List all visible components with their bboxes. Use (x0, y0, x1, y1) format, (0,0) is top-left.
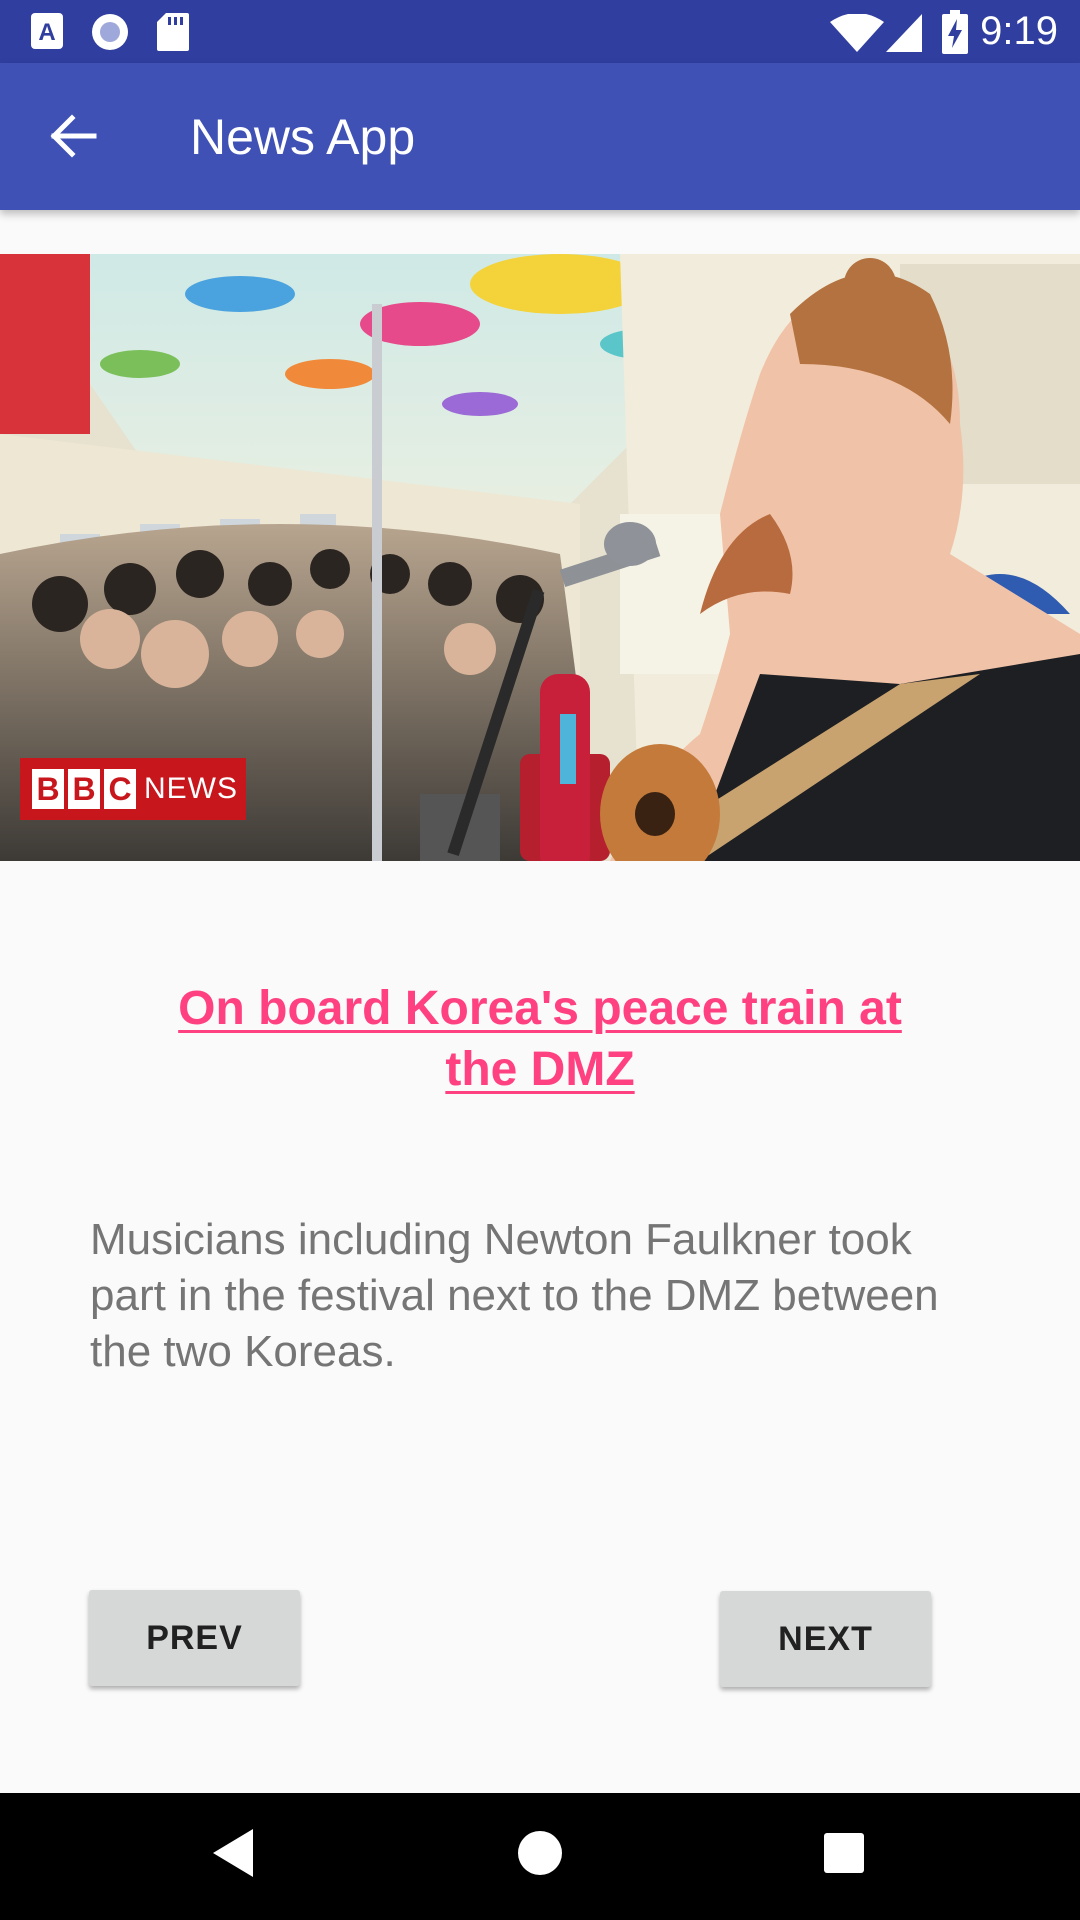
nav-back-icon[interactable] (213, 1829, 255, 1877)
arrow-back-icon (50, 114, 97, 158)
battery-charging-icon (942, 10, 968, 54)
app-title: News App (190, 109, 416, 165)
status-time: 9:19 (980, 9, 1058, 53)
back-button[interactable] (34, 103, 114, 169)
bbc-news-logo: B B C NEWS (20, 758, 246, 820)
next-button[interactable]: NEXT (720, 1591, 931, 1687)
keyboard-a-icon: A (31, 13, 63, 49)
article-image: B B C NEWS (0, 254, 1080, 861)
record-icon (92, 14, 128, 50)
sd-card-icon (157, 13, 189, 51)
app-bar: News App (0, 63, 1080, 210)
nav-home-icon[interactable] (518, 1831, 562, 1875)
status-bar: A 9:19 (0, 0, 1080, 63)
wifi-icon (830, 14, 884, 52)
navigation-bar (0, 1793, 1080, 1920)
svg-text:A: A (38, 19, 55, 46)
prev-button[interactable]: PREV (89, 1590, 300, 1686)
article-description: Musicians including Newton Faulkner took… (90, 1215, 939, 1376)
article-title[interactable]: On board Korea's peace train at the DMZ (140, 978, 940, 1100)
nav-recents-icon[interactable] (824, 1833, 864, 1873)
cell-signal-icon (886, 14, 922, 52)
